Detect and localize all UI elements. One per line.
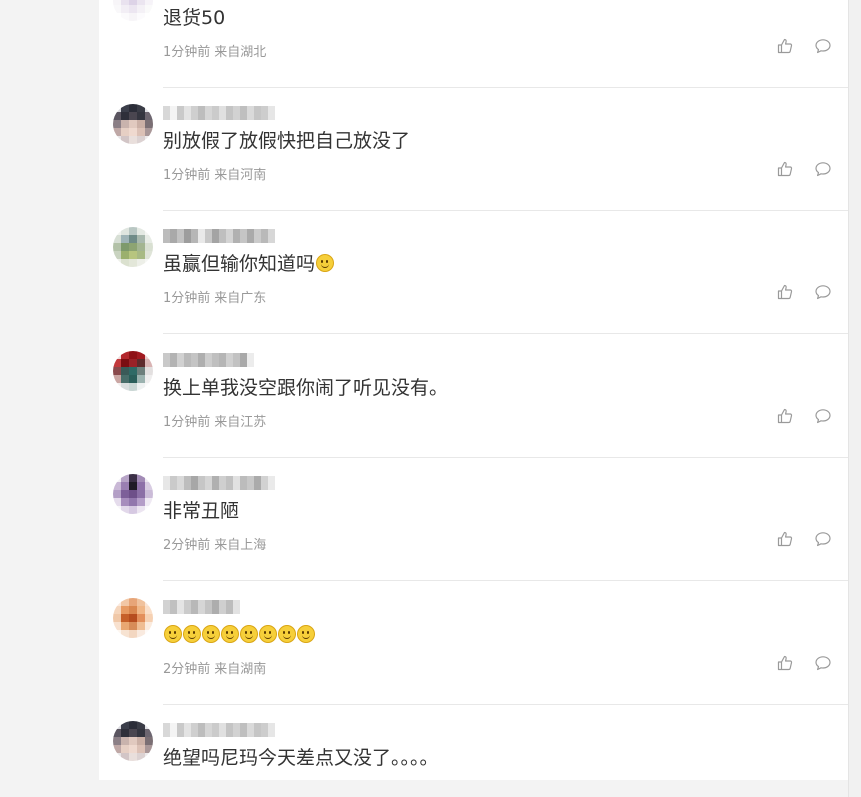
username-blurred[interactable] <box>163 723 275 737</box>
smiley-emoji-icon <box>278 625 296 643</box>
comment-text: 绝望吗尼玛今天差点又没了。。。。 <box>163 747 439 769</box>
thumbs-up-icon[interactable] <box>776 407 794 425</box>
comment-meta: 1分钟前 来自河南 <box>163 164 266 183</box>
comment-location: 来自河南 <box>214 168 267 183</box>
comment-time: 1分钟前 <box>163 45 211 60</box>
comment-item: 虽赢但输你知道吗 1分钟前 来自广东 <box>99 211 848 334</box>
comment-time: 2分钟前 <box>163 662 211 677</box>
smiley-emoji-icon <box>183 625 201 643</box>
smiley-emoji-icon <box>240 625 258 643</box>
speech-bubble-icon[interactable] <box>814 283 832 301</box>
speech-bubble-icon[interactable] <box>814 160 832 178</box>
comment-actions <box>776 654 832 672</box>
comment-time: 2分钟前 <box>163 538 211 553</box>
thumbs-up-icon[interactable] <box>776 37 794 55</box>
smiley-emoji-icon <box>316 254 335 272</box>
smiley-emoji-icon <box>221 625 239 643</box>
comment-meta: 1分钟前 来自江苏 <box>163 411 266 430</box>
avatar[interactable] <box>113 104 153 144</box>
avatar[interactable] <box>113 474 153 514</box>
speech-bubble-icon[interactable] <box>814 530 832 548</box>
comment-actions <box>776 160 832 178</box>
smiley-emoji-icon <box>202 625 220 643</box>
comment-location: 来自湖北 <box>214 45 267 60</box>
thumbs-up-icon[interactable] <box>776 283 794 301</box>
comment-meta: 2分钟前 来自上海 <box>163 534 266 553</box>
comment-time: 1分钟前 <box>163 291 211 306</box>
emoji-group <box>163 624 315 646</box>
comment-location: 来自湖南 <box>214 662 267 677</box>
thumbs-up-icon[interactable] <box>776 530 794 548</box>
comment-meta: 1分钟前 来自湖北 <box>163 41 266 60</box>
thumbs-up-icon[interactable] <box>776 654 794 672</box>
username-blurred[interactable] <box>163 229 275 243</box>
comment-item: 非常丑陋 2分钟前 来自上海 <box>99 458 848 581</box>
speech-bubble-icon[interactable] <box>814 407 832 425</box>
avatar[interactable] <box>113 227 153 267</box>
comment-item: 2分钟前 来自湖南 <box>99 582 848 705</box>
comment-text: 非常丑陋 <box>163 500 240 522</box>
comment-text: 虽赢但输你知道吗 <box>163 251 335 277</box>
comment-actions <box>776 283 832 301</box>
comment-location: 来自上海 <box>214 538 267 553</box>
speech-bubble-icon[interactable] <box>814 654 832 672</box>
comment-actions <box>776 407 832 425</box>
comment-actions <box>776 37 832 55</box>
avatar[interactable] <box>113 598 153 638</box>
comment-text <box>163 622 315 648</box>
comment-time: 1分钟前 <box>163 168 211 183</box>
comment-item: 换上单我没空跟你闹了听见没有。 1分钟前 来自江苏 <box>99 335 848 458</box>
comment-item: 绝望吗尼玛今天差点又没了。。。。 <box>99 705 848 780</box>
smiley-emoji-icon <box>164 625 182 643</box>
comment-text: 退货50 <box>163 7 226 29</box>
comment-item: 退货50 1分钟前 来自湖北 <box>99 0 848 88</box>
comment-location: 来自江苏 <box>214 415 267 430</box>
comment-location: 来自广东 <box>214 291 267 306</box>
comment-text: 换上单我没空跟你闹了听见没有。 <box>163 377 449 399</box>
divider <box>163 333 848 334</box>
smiley-emoji-icon <box>297 625 315 643</box>
scrollbar[interactable] <box>848 0 861 797</box>
thumbs-up-icon[interactable] <box>776 160 794 178</box>
avatar[interactable] <box>113 721 153 761</box>
username-blurred[interactable] <box>163 353 275 367</box>
avatar[interactable] <box>113 0 153 21</box>
username-blurred[interactable] <box>163 106 275 120</box>
username-blurred[interactable] <box>163 600 275 614</box>
avatar[interactable] <box>113 351 153 391</box>
comment-list: 退货50 1分钟前 来自湖北 别放假了放假快把自己放没了 1分钟前 来自河南 虽赢但… <box>99 0 848 780</box>
comment-actions <box>776 530 832 548</box>
smiley-emoji-icon <box>259 625 277 643</box>
username-blurred[interactable] <box>163 476 275 490</box>
emoji-group <box>315 253 335 275</box>
comment-text: 别放假了放假快把自己放没了 <box>163 130 411 152</box>
divider <box>163 580 848 581</box>
comment-item: 别放假了放假快把自己放没了 1分钟前 来自河南 <box>99 88 848 211</box>
speech-bubble-icon[interactable] <box>814 37 832 55</box>
comment-meta: 1分钟前 来自广东 <box>163 287 266 306</box>
comment-time: 1分钟前 <box>163 415 211 430</box>
comment-meta: 2分钟前 来自湖南 <box>163 658 266 677</box>
